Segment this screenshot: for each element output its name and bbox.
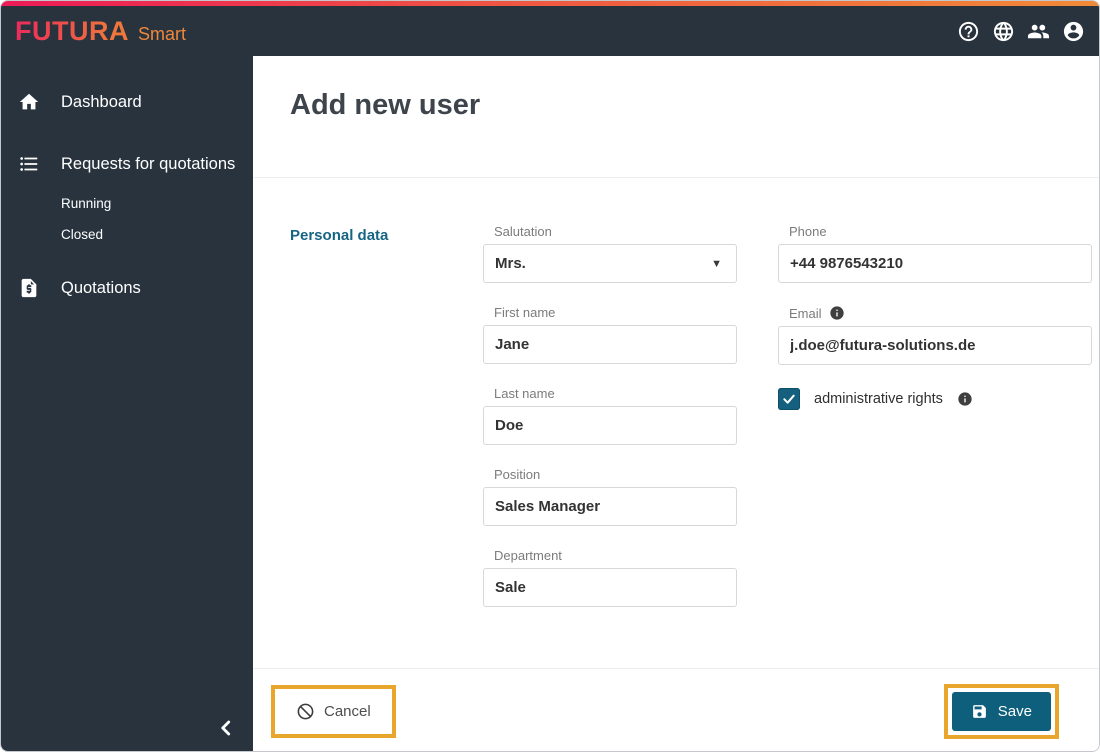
quotation-receipt-icon: [21, 278, 37, 298]
app-window: FUTURA Smart Dashboard Requests for quot…: [0, 0, 1100, 752]
top-bar: FUTURA Smart: [1, 6, 1099, 56]
last-name-label: Last name: [494, 386, 555, 401]
salutation-label: Salutation: [494, 224, 552, 239]
cancel-button[interactable]: Cancel: [279, 692, 388, 730]
page-title: Add new user: [290, 89, 481, 121]
last-name-field-group: Last name: [483, 386, 737, 445]
phone-label: Phone: [789, 224, 827, 239]
chevron-down-icon: ▼: [711, 257, 722, 270]
form-footer: Cancel Save: [253, 668, 1099, 751]
section-label-personal-data: Personal data: [290, 227, 389, 244]
save-icon: [972, 704, 986, 718]
info-icon[interactable]: [957, 391, 973, 407]
sidebar-item-label: Quotations: [61, 278, 141, 297]
sidebar-item-quotations[interactable]: Quotations: [1, 264, 253, 312]
phone-field-group: Phone: [778, 224, 1092, 283]
main-content: Add new user Personal data Salutation Mr…: [253, 56, 1099, 751]
salutation-select[interactable]: Mrs. ▼: [483, 244, 737, 283]
admin-rights-checkbox[interactable]: [778, 388, 800, 410]
phone-input[interactable]: [778, 244, 1092, 283]
account-icon[interactable]: [1061, 19, 1085, 43]
sidebar-item-closed[interactable]: Closed: [1, 219, 253, 250]
department-field-group: Department: [483, 548, 737, 607]
personal-data-form: Personal data Salutation Mrs. ▼ First na…: [253, 177, 1099, 668]
sidebar: Dashboard Requests for quotations Runnin…: [1, 56, 253, 751]
first-name-label: First name: [494, 305, 556, 320]
sidebar-item-label: Dashboard: [61, 92, 142, 111]
email-label: Email: [778, 305, 1092, 321]
salutation-field-group: Salutation Mrs. ▼: [483, 224, 737, 283]
cancel-highlight-annotation: Cancel: [271, 684, 396, 738]
logo-secondary-text: Smart: [137, 23, 186, 44]
sidebar-item-dashboard[interactable]: Dashboard: [1, 78, 253, 126]
sidebar-item-requests[interactable]: Requests for quotations: [1, 140, 253, 188]
app-logo[interactable]: FUTURA Smart: [15, 16, 186, 47]
ban-icon: [297, 703, 314, 719]
admin-rights-label: administrative rights: [814, 391, 943, 407]
users-group-icon[interactable]: [1026, 19, 1050, 43]
check-icon: [783, 394, 795, 404]
home-icon: [19, 93, 39, 110]
save-button[interactable]: Save: [951, 691, 1051, 731]
chevron-left-icon: [221, 720, 231, 736]
sidebar-item-label: Requests for quotations: [61, 154, 236, 173]
info-icon[interactable]: [829, 305, 845, 321]
salutation-value: Mrs.: [495, 255, 526, 272]
save-highlight-annotation: Save: [943, 683, 1059, 739]
last-name-input[interactable]: [483, 406, 737, 445]
list-icon: [20, 157, 38, 171]
position-field-group: Position: [483, 467, 737, 526]
cancel-button-label: Cancel: [324, 702, 371, 720]
language-globe-icon[interactable]: [991, 19, 1015, 43]
first-name-input[interactable]: [483, 325, 737, 364]
logo-primary-text: FUTURA: [15, 15, 129, 46]
sidebar-collapse-button[interactable]: [211, 713, 241, 743]
admin-rights-row: administrative rights: [778, 388, 1092, 410]
department-input[interactable]: [483, 568, 737, 607]
position-label: Position: [494, 467, 541, 482]
email-input[interactable]: [778, 326, 1092, 365]
sidebar-item-running[interactable]: Running: [1, 188, 253, 219]
email-field-group: Email: [778, 305, 1092, 365]
first-name-field-group: First name: [483, 305, 737, 364]
save-button-label: Save: [997, 702, 1032, 720]
header-icon-group: [956, 19, 1085, 43]
position-input[interactable]: [483, 487, 737, 526]
help-icon[interactable]: [956, 19, 980, 43]
department-label: Department: [494, 548, 562, 563]
